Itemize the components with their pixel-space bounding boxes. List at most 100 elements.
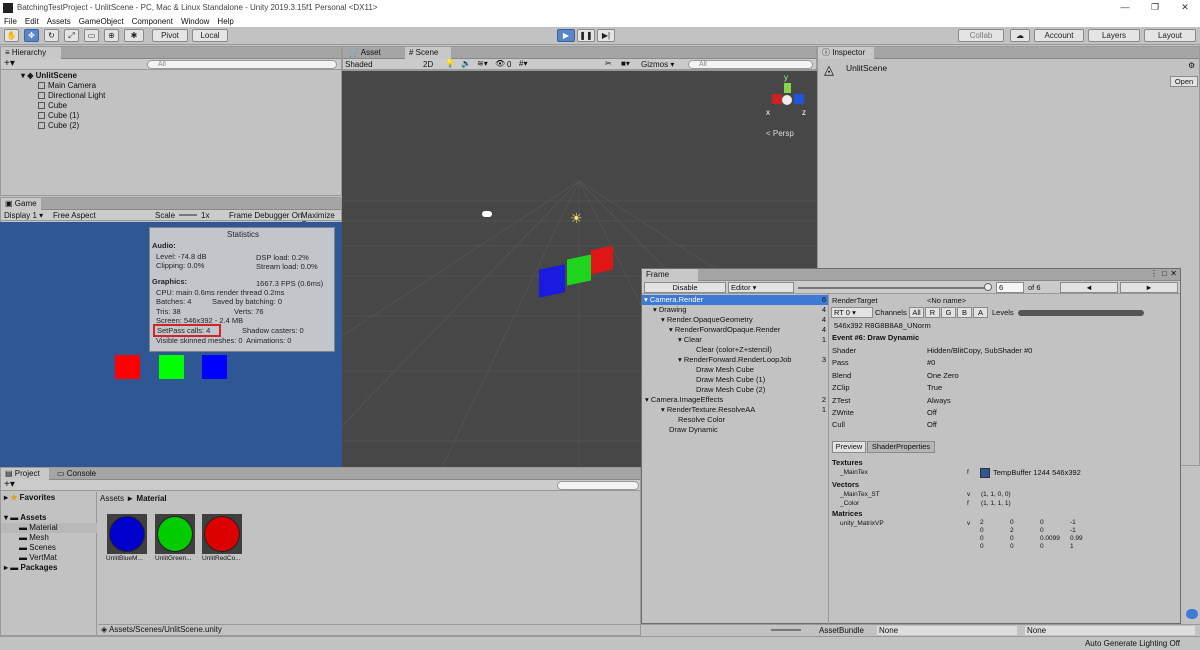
step-button[interactable]: ▶| [597, 29, 615, 42]
event-render-opaque-geometry[interactable]: ▾ Render.OpaqueGeometry 4 [661, 315, 828, 325]
event-slider-track[interactable] [798, 287, 988, 289]
hierarchy-search-input[interactable]: All [147, 60, 337, 69]
hierarchy-item-cube[interactable]: Cube [38, 101, 67, 111]
asset-bundle-dropdown[interactable]: None [877, 626, 1017, 635]
asset-bundle-variant-dropdown[interactable]: None [1025, 626, 1195, 635]
event-render-loop-job[interactable]: ▾ RenderForward.RenderLoopJob 3 [678, 355, 828, 365]
scene-green-cube[interactable] [567, 254, 591, 286]
shading-dropdown[interactable]: Shaded [345, 60, 417, 69]
event-resolve-color[interactable]: Resolve Color [678, 415, 725, 425]
folder-vertmat[interactable]: ▬ VertMat [19, 553, 57, 563]
custom-tool-icon[interactable]: ✱ [124, 29, 144, 42]
layers-dropdown[interactable]: Layers [1088, 29, 1140, 42]
hierarchy-item-directional-light[interactable]: Directional Light [38, 91, 105, 101]
grid-toggle-icon[interactable]: #▾ [519, 59, 527, 68]
event-slider-handle[interactable] [984, 283, 992, 291]
breadcrumb-assets[interactable]: Assets [100, 494, 124, 503]
window-maximize-icon[interactable]: □ [1162, 269, 1167, 278]
channel-b-button[interactable]: B [957, 307, 972, 318]
orientation-gizmo[interactable]: y x z < Persp [762, 73, 814, 138]
tab-game[interactable]: ▣ Game [1, 198, 41, 210]
menu-file[interactable]: File [4, 17, 17, 26]
menu-gameobject[interactable]: GameObject [79, 17, 124, 26]
menu-component[interactable]: Component [132, 17, 173, 26]
prev-event-button[interactable]: ◄ [1060, 282, 1118, 293]
project-create-plus-icon[interactable]: +▾ [4, 479, 15, 490]
event-clear-color[interactable]: Clear (color+Z+stencil) [696, 345, 772, 355]
tab-console[interactable]: ▭ Console [53, 468, 101, 480]
gizmos-dropdown[interactable]: Gizmos ▾ [641, 60, 674, 69]
event-render-forward-opaque[interactable]: ▾ RenderForwardOpaque.Render 4 [669, 325, 828, 335]
channel-all-button[interactable]: All [909, 307, 924, 318]
open-button[interactable]: Open [1170, 76, 1198, 87]
menu-edit[interactable]: Edit [25, 17, 39, 26]
audio-toggle-icon[interactable]: 🔊 [461, 59, 471, 68]
project-search-input[interactable] [557, 481, 639, 490]
effects-toggle-icon[interactable]: ≋▾ [477, 59, 488, 68]
pause-button[interactable]: ❚❚ [577, 29, 595, 42]
scene-search-input[interactable]: All [688, 60, 813, 69]
rotate-tool-icon[interactable]: ↻ [44, 29, 59, 42]
create-plus-icon[interactable]: +▾ [4, 58, 15, 69]
notification-icon[interactable] [1186, 609, 1198, 619]
menu-help[interactable]: Help [217, 17, 233, 26]
hierarchy-item-main-camera[interactable]: Main Camera [38, 81, 96, 91]
event-camera-render[interactable]: ▾ Camera.Render 6 [642, 295, 828, 305]
event-resolve-aa[interactable]: ▾ RenderTexture.ResolveAA 1 [661, 405, 828, 415]
assets-folder-item[interactable]: ▾ ▬ Assets [4, 513, 46, 523]
camera-gizmo-icon[interactable] [482, 211, 492, 217]
hierarchy-scene-row[interactable]: ▾ ◈ UnlitScene [21, 71, 77, 81]
rect-tool-icon[interactable]: ▭ [84, 29, 99, 42]
event-drawing[interactable]: ▾ Drawing 4 [653, 305, 828, 315]
cloud-icon[interactable]: ☁ [1010, 29, 1030, 42]
menu-dots-icon[interactable]: ⋮ [1150, 269, 1158, 278]
zoom-slider[interactable] [771, 629, 801, 631]
inspector-settings-icon[interactable]: ⚙ [1188, 61, 1195, 70]
lighting-toggle-icon[interactable]: 💡 [445, 59, 455, 68]
channel-g-button[interactable]: G [941, 307, 956, 318]
lighting-status[interactable]: Auto Generate Lighting Off [1085, 639, 1180, 648]
transform-tool-icon[interactable]: ⊕ [104, 29, 119, 42]
local-button[interactable]: Local [192, 29, 228, 42]
packages-folder-item[interactable]: ▸ ▬ Packages [4, 563, 57, 573]
tab-scene[interactable]: # Scene [405, 47, 451, 59]
layout-dropdown[interactable]: Layout [1144, 29, 1196, 42]
pivot-button[interactable]: Pivot [152, 29, 188, 42]
channel-a-button[interactable]: A [973, 307, 988, 318]
texture-thumbnail[interactable] [980, 468, 990, 478]
levels-slider[interactable] [1018, 310, 1144, 316]
display-dropdown[interactable]: Display 1 ▾ [4, 211, 43, 220]
tab-inspector[interactable]: ⓘ Inspector [818, 47, 874, 59]
tools-icon[interactable]: ✂ [605, 59, 612, 68]
folder-scenes[interactable]: ▬ Scenes [19, 543, 56, 553]
window-close-icon[interactable]: ✕ [1170, 269, 1177, 278]
hand-tool-icon[interactable]: ✋ [4, 29, 19, 42]
channel-r-button[interactable]: R [925, 307, 940, 318]
next-event-button[interactable]: ► [1120, 282, 1178, 293]
light-gizmo-icon[interactable]: ☀ [570, 210, 583, 227]
event-number-input[interactable]: 6 [996, 282, 1024, 293]
breadcrumb-material[interactable]: Material [136, 494, 166, 503]
editor-dropdown[interactable]: Editor ▾ [728, 282, 794, 293]
move-tool-icon[interactable]: ✥ [24, 29, 39, 42]
scene-red-cube[interactable] [591, 245, 613, 275]
event-camera-image-effects[interactable]: ▾ Camera.ImageEffects 2 [645, 395, 828, 405]
account-dropdown[interactable]: Account [1034, 29, 1084, 42]
hidden-objects-icon[interactable]: 👁 [495, 59, 505, 68]
maximize-icon[interactable]: ❐ [1140, 0, 1170, 15]
close-icon[interactable]: ✕ [1170, 0, 1200, 15]
event-clear[interactable]: ▾ Clear 1 [678, 335, 828, 345]
camera-icon[interactable]: ■▾ [621, 59, 630, 68]
favorites-item[interactable]: ▸ ★ Favorites [4, 493, 55, 503]
menu-assets[interactable]: Assets [47, 17, 71, 26]
asset-red-material[interactable] [202, 514, 242, 554]
aspect-dropdown[interactable]: Free Aspect [53, 211, 149, 220]
asset-blue-material[interactable] [107, 514, 147, 554]
hierarchy-item-cube-2[interactable]: Cube (2) [38, 121, 79, 131]
menu-window[interactable]: Window [181, 17, 209, 26]
play-button[interactable]: ▶ [557, 29, 575, 42]
tab-asset-store[interactable]: 🛒 Asset Store [345, 47, 403, 69]
hierarchy-item-cube-1[interactable]: Cube (1) [38, 111, 79, 121]
folder-material[interactable]: ▬ Material [1, 523, 97, 533]
disable-button[interactable]: Disable [644, 282, 726, 293]
